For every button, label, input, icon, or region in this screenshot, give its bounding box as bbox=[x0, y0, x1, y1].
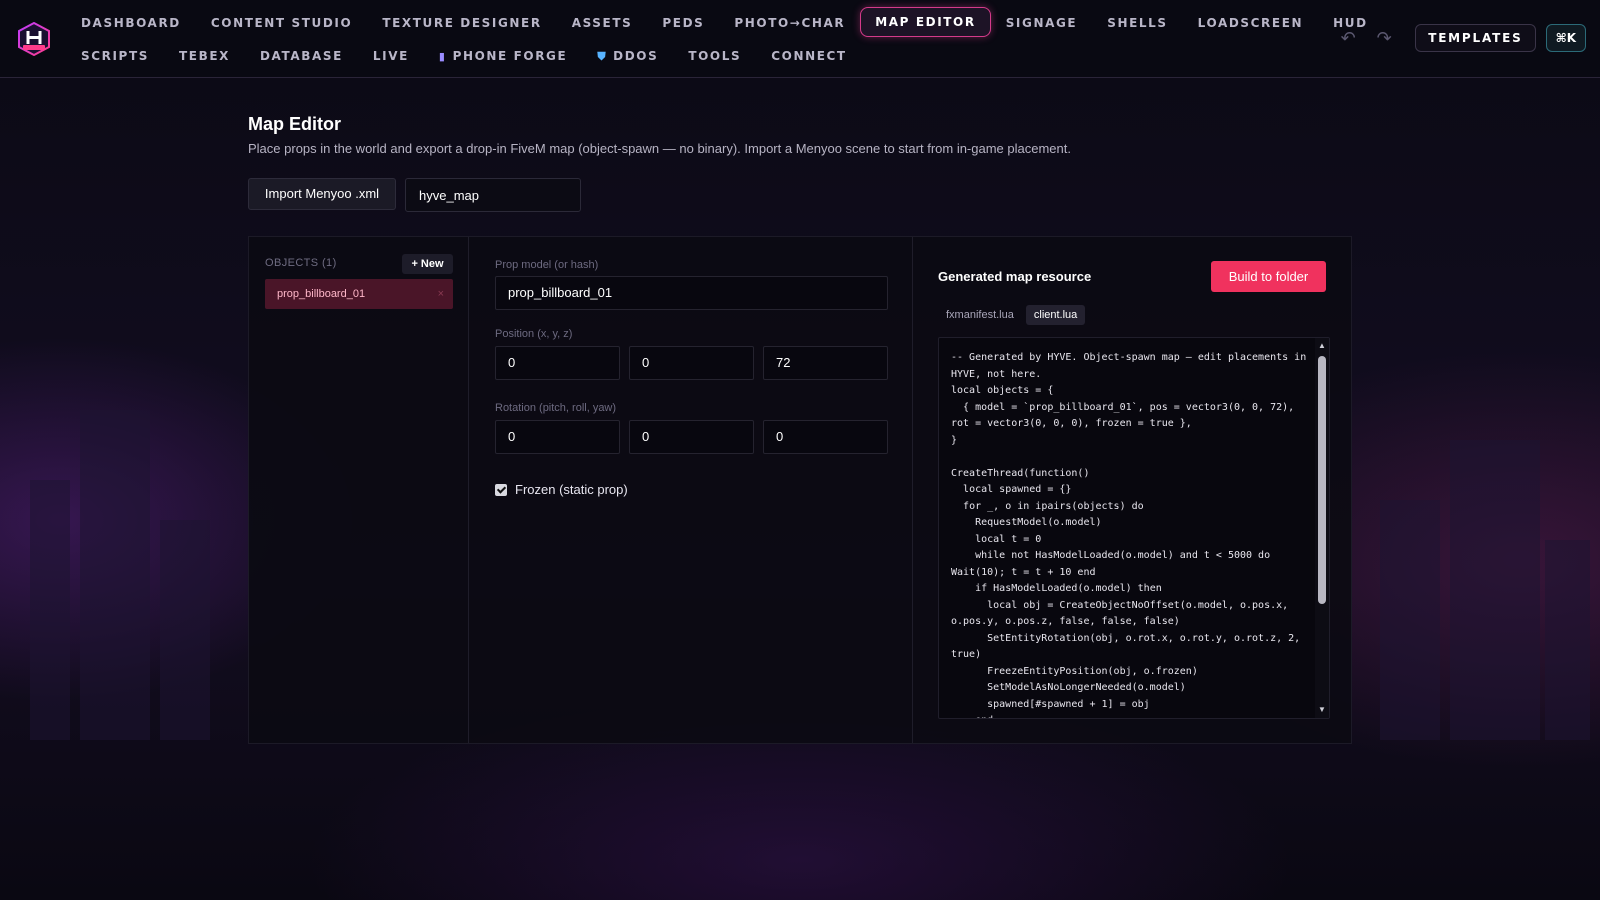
top-right-actions: ↶ ↷ TEMPLATES ⌘K bbox=[1335, 24, 1586, 52]
new-object-button[interactable]: + New bbox=[402, 254, 453, 274]
nav-item-label: DASHBOARD bbox=[81, 16, 181, 30]
redo-icon[interactable]: ↷ bbox=[1371, 25, 1397, 51]
nav-item-label: SIGNAGE bbox=[1005, 16, 1078, 30]
position-x-input[interactable]: 0 bbox=[495, 346, 620, 380]
map-editor-card: OBJECTS (1) + New prop_billboard_01 × Pr… bbox=[248, 236, 1352, 744]
nav-item-assets[interactable]: ASSETS bbox=[557, 10, 648, 34]
nav-item-label: PHONE FORGE bbox=[452, 49, 568, 63]
page-subtitle: Place props in the world and export a dr… bbox=[248, 141, 1071, 156]
nav-item-label: TOOLS bbox=[688, 49, 742, 63]
nav-item-label: LIVE bbox=[372, 49, 409, 63]
shield-icon: ⛊ bbox=[597, 50, 608, 63]
nav-item-label: TEXTURE DESIGNER bbox=[382, 16, 542, 30]
templates-button[interactable]: TEMPLATES bbox=[1415, 24, 1536, 52]
nav-item-signage[interactable]: SIGNAGE bbox=[991, 10, 1093, 34]
build-to-folder-button[interactable]: Build to folder bbox=[1211, 261, 1326, 292]
tab-fxmanifest[interactable]: fxmanifest.lua bbox=[938, 305, 1022, 325]
rotation-roll-input[interactable]: 0 bbox=[629, 420, 754, 454]
frozen-checkbox[interactable] bbox=[495, 483, 507, 496]
top-navigation: DASHBOARD CONTENT STUDIO TEXTURE DESIGNER A… bbox=[0, 0, 1600, 78]
nav-item-tools[interactable]: TOOLS bbox=[673, 43, 756, 67]
generated-resource-panel: Generated map resource Build to folder f… bbox=[914, 237, 1352, 743]
nav-item-texture-designer[interactable]: TEXTURE DESIGNER bbox=[367, 10, 556, 34]
nav-item-ddos[interactable]: ⛊ DDOS bbox=[582, 43, 673, 67]
nav-item-label: DATABASE bbox=[259, 49, 343, 63]
generated-code: -- Generated by HYVE. Object-spawn map —… bbox=[951, 352, 1307, 718]
tab-client-lua[interactable]: client.lua bbox=[1025, 305, 1086, 325]
rotation-yaw-input[interactable]: 0 bbox=[763, 420, 888, 454]
resource-name-input[interactable] bbox=[405, 178, 581, 212]
nav-item-label: SCRIPTS bbox=[81, 49, 149, 63]
file-tabs: fxmanifest.lua client.lua bbox=[938, 305, 1086, 325]
nav-item-live[interactable]: LIVE bbox=[358, 43, 424, 67]
nav-item-dashboard[interactable]: DASHBOARD bbox=[66, 10, 196, 34]
nav-item-label: CONNECT bbox=[771, 49, 847, 63]
scroll-down-icon[interactable]: ▼ bbox=[1317, 705, 1327, 715]
scroll-thumb[interactable] bbox=[1318, 356, 1326, 604]
delete-object-icon[interactable]: × bbox=[438, 279, 444, 309]
nav-item-label: PHOTO→CHAR bbox=[734, 16, 846, 30]
position-y-input[interactable]: 0 bbox=[629, 346, 754, 380]
phone-icon: ▮ bbox=[438, 50, 447, 63]
hyve-logo-icon[interactable] bbox=[16, 22, 52, 56]
nav-item-label: SHELLS bbox=[1107, 16, 1168, 30]
nav-item-label: MAP EDITOR bbox=[875, 15, 976, 29]
code-scrollbar[interactable]: ▲ ▼ bbox=[1315, 338, 1329, 718]
frozen-label: Frozen (static prop) bbox=[515, 482, 628, 497]
nav-item-peds[interactable]: PEDS bbox=[647, 10, 719, 34]
objects-header: OBJECTS (1) bbox=[265, 257, 337, 269]
undo-icon[interactable]: ↶ bbox=[1335, 25, 1361, 51]
command-palette-button[interactable]: ⌘K bbox=[1545, 24, 1586, 52]
nav-item-photo-char[interactable]: PHOTO→CHAR bbox=[719, 10, 860, 34]
nav-item-label: ASSETS bbox=[571, 16, 633, 30]
rotation-label: Rotation (pitch, roll, yaw) bbox=[495, 402, 617, 414]
generated-title: Generated map resource bbox=[938, 269, 1092, 284]
nav-item-phone-forge[interactable]: ▮ PHONE FORGE bbox=[424, 43, 582, 67]
nav-item-scripts[interactable]: SCRIPTS bbox=[66, 43, 164, 67]
nav-item-content-studio[interactable]: CONTENT STUDIO bbox=[196, 10, 367, 34]
nav-item-label: DDOS bbox=[613, 49, 659, 63]
nav-item-loadscreen[interactable]: LOADSCREEN bbox=[1183, 10, 1318, 34]
object-name: prop_billboard_01 bbox=[277, 288, 366, 300]
nav-item-tebex[interactable]: TEBEX bbox=[164, 43, 245, 67]
nav-item-label: LOADSCREEN bbox=[1197, 16, 1304, 30]
code-viewer[interactable]: -- Generated by HYVE. Object-spawn map —… bbox=[938, 337, 1330, 719]
prop-model-input[interactable]: prop_billboard_01 bbox=[495, 276, 888, 310]
rotation-pitch-input[interactable]: 0 bbox=[495, 420, 620, 454]
frozen-toggle[interactable]: Frozen (static prop) bbox=[495, 482, 628, 497]
nav-row-secondary: SCRIPTS TEBEX DATABASE LIVE ▮ PHONE FORGE ⛊ DDO… bbox=[66, 43, 862, 67]
nav-item-label: TEBEX bbox=[178, 49, 230, 63]
prop-properties-panel: Prop model (or hash) prop_billboard_01 P… bbox=[470, 237, 913, 743]
scroll-up-icon[interactable]: ▲ bbox=[1317, 341, 1327, 351]
import-menyoo-button[interactable]: Import Menyoo .xml bbox=[248, 178, 396, 210]
nav-item-map-editor[interactable]: MAP EDITOR bbox=[860, 7, 991, 37]
nav-item-label: PEDS bbox=[662, 16, 705, 30]
position-z-input[interactable]: 72 bbox=[763, 346, 888, 380]
nav-item-shells[interactable]: SHELLS bbox=[1092, 10, 1182, 34]
nav-item-database[interactable]: DATABASE bbox=[245, 43, 358, 67]
nav-item-connect[interactable]: CONNECT bbox=[756, 43, 861, 67]
nav-row-primary: DASHBOARD CONTENT STUDIO TEXTURE DESIGNER A… bbox=[66, 7, 1383, 37]
objects-panel: OBJECTS (1) + New prop_billboard_01 × bbox=[249, 237, 469, 743]
position-label: Position (x, y, z) bbox=[495, 328, 573, 340]
page-title: Map Editor bbox=[248, 114, 341, 134]
object-list-item[interactable]: prop_billboard_01 × bbox=[265, 279, 453, 309]
prop-model-label: Prop model (or hash) bbox=[495, 259, 599, 271]
nav-item-label: CONTENT STUDIO bbox=[210, 16, 353, 30]
